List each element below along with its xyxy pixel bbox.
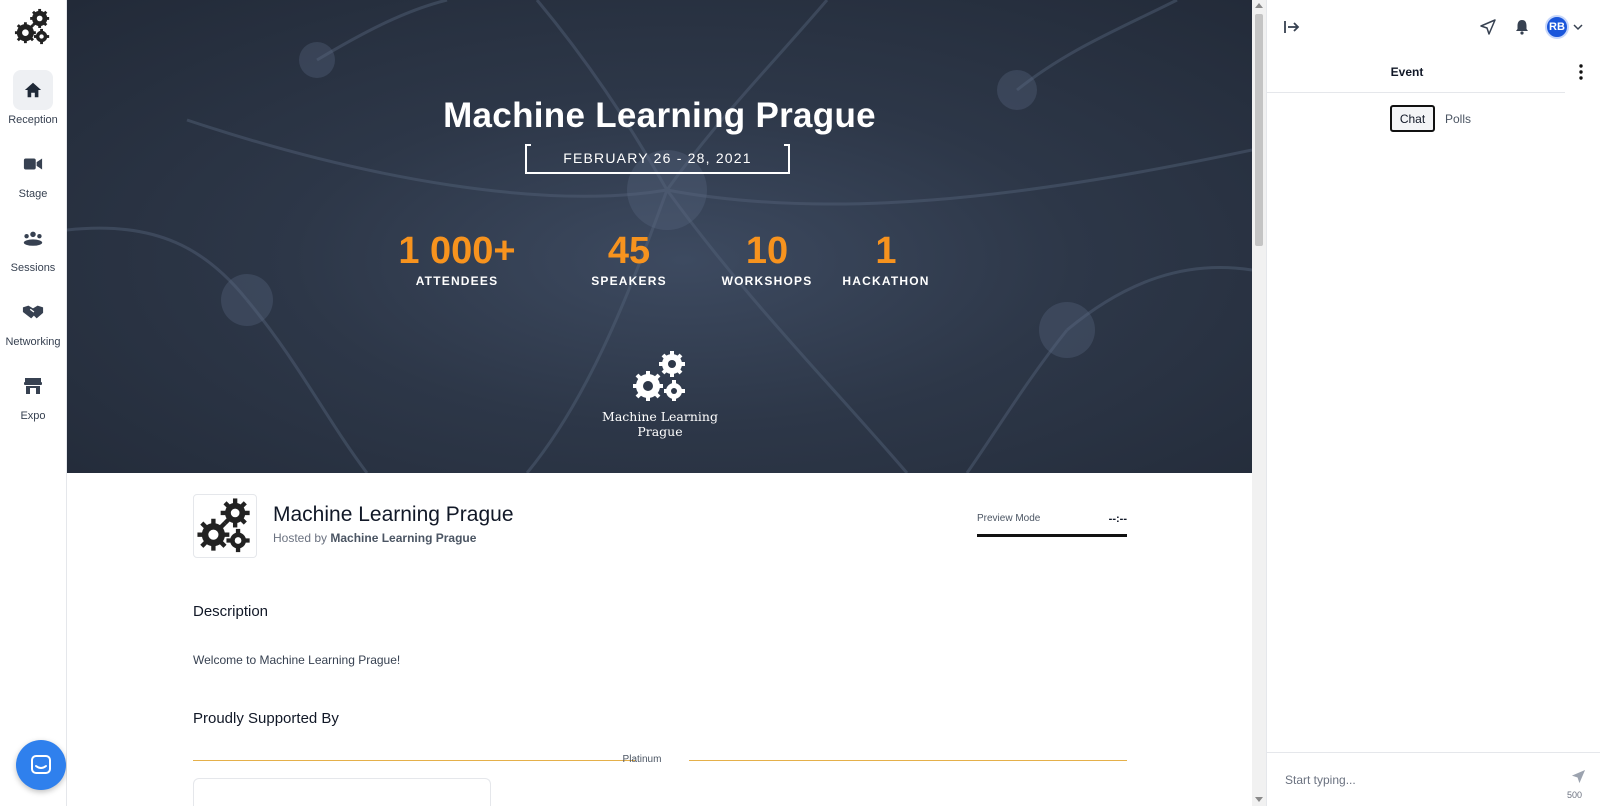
stat-attendees: 1 000+ ATTENDEES (387, 228, 527, 288)
banner-title: Machine Learning Prague (443, 96, 876, 135)
event-name: Machine Learning Prague (273, 503, 514, 526)
stat-workshops: 10 WORKSHOPS (707, 228, 827, 288)
scroll-down-arrow[interactable] (1255, 797, 1263, 802)
event-details: Machine Learning Prague Hosted by Machin… (67, 473, 1252, 806)
collapse-arrow-icon (1284, 21, 1300, 33)
sponsors-title: Proudly Supported By (193, 710, 339, 727)
send-message-button[interactable] (1567, 766, 1589, 786)
nav-item-sessions[interactable]: Sessions (0, 218, 66, 282)
nav-item-expo[interactable]: Expo (0, 366, 66, 430)
nav-label: Networking (5, 336, 61, 348)
stat-value: 45 (607, 230, 651, 272)
scrollbar-thumb[interactable] (1255, 14, 1263, 246)
banner-logo: Machine Learning Prague (585, 350, 735, 439)
main-content: Machine Learning Prague FEBRUARY 26 - 28… (67, 0, 1252, 806)
tab-chat[interactable]: Chat (1390, 105, 1435, 132)
store-icon (13, 366, 53, 406)
account-menu-toggle[interactable] (1571, 18, 1585, 36)
org-logo[interactable] (12, 6, 54, 48)
nav-label: Stage (18, 188, 48, 200)
nav-label: Sessions (10, 262, 56, 274)
hosted-prefix: Hosted by (273, 531, 328, 545)
banner-logo-text: Machine Learning Prague (602, 409, 718, 439)
panel-title: Event (1390, 65, 1424, 79)
stat-hackathon: 1 HACKATHON (831, 228, 941, 288)
stat-value: 1 000+ (398, 230, 516, 272)
countdown-timer: --:-- (1108, 513, 1127, 525)
stat-speakers: 45 SPEAKERS (574, 228, 684, 288)
stat-label: ATTENDEES (415, 274, 499, 288)
preview-mode-indicator: Preview Mode --:-- (977, 513, 1127, 527)
description-title: Description (193, 603, 269, 620)
gears-icon (197, 498, 250, 553)
stat-label: HACKATHON (842, 274, 930, 288)
char-limit-counter: 500 (1567, 790, 1583, 800)
stat-value: 1 (875, 230, 897, 272)
host-name[interactable]: Machine Learning Prague (330, 531, 476, 545)
chat-input-divider (1267, 752, 1600, 753)
nav-label: Expo (20, 410, 46, 422)
sponsor-card[interactable] (193, 778, 491, 806)
stat-label: WORKSHOPS (721, 274, 813, 288)
home-icon (13, 70, 53, 110)
panel-more-button[interactable] (1571, 60, 1591, 84)
more-vertical-icon (1579, 64, 1583, 80)
send-icon (1571, 769, 1585, 783)
chat-message-input[interactable] (1285, 768, 1545, 792)
event-logo (193, 494, 257, 558)
chevron-down-icon (1573, 24, 1583, 31)
handshake-icon (13, 292, 53, 332)
banner-date: FEBRUARY 26 - 28, 2021 (563, 150, 752, 166)
stat-label: SPEAKERS (591, 274, 667, 288)
tab-polls[interactable]: Polls (1438, 105, 1478, 132)
hosted-by: Hosted by Machine Learning Prague (273, 531, 476, 545)
messages-button[interactable] (1475, 14, 1501, 40)
nav-item-stage[interactable]: Stage (0, 144, 66, 208)
main-scrollbar[interactable] (1252, 0, 1266, 806)
send-icon (1480, 19, 1496, 35)
nav-label: Reception (8, 114, 58, 126)
bell-icon (1516, 20, 1528, 35)
banner-date-frame: FEBRUARY 26 - 28, 2021 (525, 144, 790, 174)
collapse-panel-button[interactable] (1279, 14, 1305, 40)
description-text: Welcome to Machine Learning Prague! (193, 653, 401, 667)
chat-bubble-icon (31, 755, 51, 774)
left-navigation: Reception Stage Sessions Networking Expo (0, 0, 67, 806)
right-panel: RB Event Chat Polls 500 (1266, 0, 1600, 806)
preview-progress-bar (977, 534, 1127, 537)
group-icon (13, 218, 53, 258)
nav-item-reception[interactable]: Reception (0, 70, 66, 134)
video-camera-icon (13, 144, 53, 184)
scroll-up-arrow[interactable] (1255, 3, 1263, 8)
nav-item-networking[interactable]: Networking (0, 292, 66, 356)
user-avatar[interactable]: RB (1545, 15, 1569, 39)
support-chat-launcher[interactable] (16, 740, 66, 790)
event-banner: Machine Learning Prague FEBRUARY 26 - 28… (67, 0, 1252, 473)
tier-divider-right (689, 760, 1127, 761)
stat-value: 10 (745, 230, 789, 272)
notifications-button[interactable] (1509, 14, 1535, 40)
gears-icon (633, 351, 685, 401)
preview-label: Preview Mode (977, 513, 1041, 524)
panel-divider (1267, 92, 1565, 93)
gears-icon (14, 8, 50, 45)
